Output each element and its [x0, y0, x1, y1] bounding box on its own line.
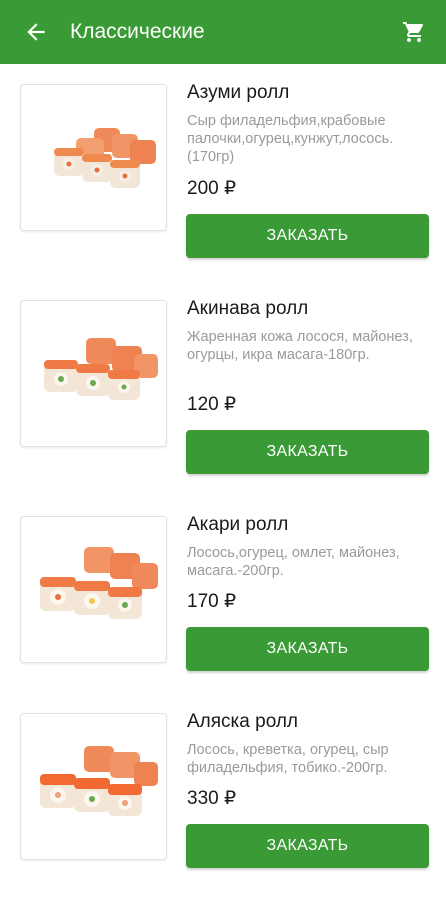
product-price: 120 ₽ — [187, 394, 237, 415]
product-name: Аляска ролл — [187, 711, 299, 732]
order-button[interactable]: ЗАКАЗАТЬ — [186, 430, 429, 474]
product-image[interactable] — [20, 713, 167, 860]
order-button[interactable]: ЗАКАЗАТЬ — [186, 214, 429, 258]
order-button[interactable]: ЗАКАЗАТЬ — [186, 627, 429, 671]
sushi-roll-image — [43, 337, 158, 400]
product-card[interactable]: Аляска ролл Лосось, креветка, огурец, сы… — [0, 693, 446, 893]
order-button[interactable]: ЗАКАЗАТЬ — [186, 824, 429, 868]
product-description: Сыр филадельфия,крабовые палочки,огурец,… — [187, 113, 394, 165]
product-price: 170 ₽ — [187, 591, 237, 612]
product-description: Лосось,огурец, омлет, майонез, масага.-2… — [187, 545, 400, 579]
product-description: Лосось, креветка, огурец, сыр филадельфи… — [187, 742, 389, 776]
back-button[interactable] — [0, 0, 72, 64]
page-title: Классические — [70, 20, 205, 43]
product-image[interactable] — [20, 516, 167, 663]
product-card[interactable]: Азуми ролл Сыр филадельфия,крабовые пало… — [0, 64, 446, 264]
product-card[interactable]: Акари ролл Лосось,огурец, омлет, майонез… — [0, 496, 446, 696]
sushi-roll-image — [39, 546, 158, 619]
product-list[interactable]: Азуми ролл Сыр филадельфия,крабовые пало… — [0, 64, 446, 900]
sushi-roll-image — [39, 745, 158, 816]
product-name: Акинава ролл — [187, 298, 309, 319]
sushi-roll-image — [53, 127, 156, 188]
product-image[interactable] — [20, 300, 167, 447]
product-name: Азуми ролл — [187, 82, 290, 103]
product-card[interactable]: Акинава ролл Жаренная кожа лосося, майон… — [0, 280, 446, 480]
arrow-left-icon — [27, 23, 45, 41]
cart-button[interactable] — [382, 0, 446, 64]
shopping-cart-icon — [403, 22, 424, 42]
product-price: 200 ₽ — [187, 178, 237, 199]
product-image[interactable] — [20, 84, 167, 231]
app-bar: Классические — [0, 0, 446, 64]
product-name: Акари ролл — [187, 514, 289, 535]
product-description: Жаренная кожа лосося, майонез, огурцы, и… — [187, 329, 413, 363]
product-price: 330 ₽ — [187, 788, 237, 809]
